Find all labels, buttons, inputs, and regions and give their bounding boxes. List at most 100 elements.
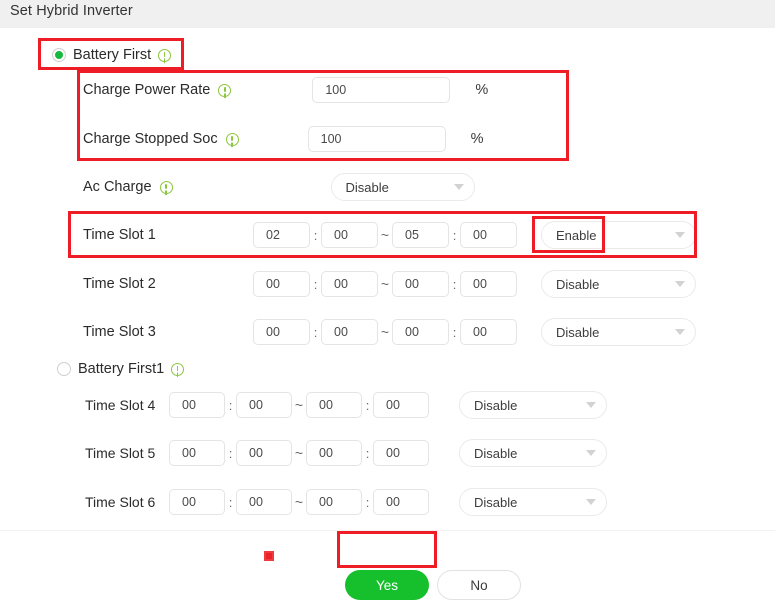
select-time-slot-2[interactable]: Disable	[541, 270, 696, 298]
separator-colon: :	[228, 445, 233, 461]
select-time-slot-3[interactable]: Disable	[541, 318, 696, 346]
separator-colon: :	[313, 276, 318, 292]
input-slot5-end-min[interactable]	[373, 440, 429, 466]
input-slot3-start-min[interactable]	[321, 319, 378, 345]
chevron-down-icon[interactable]	[586, 499, 596, 505]
label-time-slot-5: Time Slot 5	[85, 445, 156, 461]
input-slot1-end-hour[interactable]	[392, 222, 449, 248]
chevron-down-icon[interactable]	[586, 450, 596, 456]
select-value-ac-charge: Disable	[345, 179, 389, 195]
info-exclamation-icon[interactable]	[158, 48, 172, 62]
separator-tilde: ~	[294, 445, 304, 461]
separator-colon: :	[313, 324, 318, 340]
input-slot3-end-min[interactable]	[460, 319, 517, 345]
input-charge-power-rate[interactable]	[312, 77, 451, 103]
separator-tilde: ~	[294, 397, 304, 413]
select-time-slot-1[interactable]: Enable	[541, 221, 696, 249]
unit-charge-power-rate: %	[475, 82, 489, 98]
separator-tilde: ~	[380, 324, 390, 340]
input-charge-stopped-soc[interactable]	[307, 126, 446, 152]
label-time-slot-2: Time Slot 2	[83, 276, 156, 292]
row-time-slot-2: Time Slot 2 : ~ : Disable	[83, 267, 696, 301]
select-value-time-slot-4: Disable	[474, 397, 518, 413]
radio-battery-first[interactable]: Battery First	[52, 44, 172, 66]
input-slot4-start-min[interactable]	[236, 392, 292, 418]
label-time-slot-1: Time Slot 1	[83, 227, 156, 243]
chevron-down-icon[interactable]	[586, 402, 596, 408]
settings-panel: Battery First Charge Power Rate % Charge…	[0, 33, 775, 601]
select-value-time-slot-2: Disable	[556, 276, 600, 292]
separator-colon: :	[313, 227, 318, 243]
page-title: Set Hybrid Inverter	[10, 3, 133, 19]
confirm-button[interactable]: Yes	[345, 570, 429, 600]
dialog-footer: Yes No	[0, 530, 775, 601]
chevron-down-icon[interactable]	[675, 232, 685, 238]
select-value-time-slot-5: Disable	[474, 445, 518, 461]
field-charge-stopped-soc: Charge Stopped Soc %	[83, 122, 484, 156]
field-ac-charge: Ac Charge Disable	[83, 170, 475, 204]
input-slot1-start-min[interactable]	[321, 222, 378, 248]
input-slot5-start-hour[interactable]	[169, 440, 225, 466]
select-value-time-slot-6: Disable	[474, 494, 518, 510]
radio-label-battery-first: Battery First	[73, 47, 152, 63]
input-slot1-end-min[interactable]	[460, 222, 517, 248]
label-ac-charge: Ac Charge	[83, 179, 152, 195]
select-value-time-slot-3: Disable	[556, 324, 600, 340]
separator-colon: :	[452, 227, 457, 243]
separator-tilde: ~	[380, 227, 390, 243]
input-slot6-end-hour[interactable]	[306, 489, 362, 515]
separator-colon: :	[228, 494, 233, 510]
input-slot2-end-min[interactable]	[460, 271, 517, 297]
unit-charge-stopped-soc: %	[470, 131, 484, 147]
separator-colon: :	[365, 445, 370, 461]
cursor-marker	[264, 551, 274, 561]
input-slot2-end-hour[interactable]	[392, 271, 449, 297]
row-time-slot-5: Time Slot 5 : ~ : Disable	[85, 436, 607, 470]
cancel-button[interactable]: No	[437, 570, 521, 600]
input-slot5-start-min[interactable]	[236, 440, 292, 466]
chevron-down-icon[interactable]	[675, 281, 685, 287]
separator-colon: :	[365, 397, 370, 413]
row-time-slot-4: Time Slot 4 : ~ : Disable	[85, 388, 607, 422]
chevron-down-icon[interactable]	[453, 184, 464, 190]
window-header: Set Hybrid Inverter	[0, 0, 775, 25]
input-slot4-start-hour[interactable]	[169, 392, 225, 418]
radio-indicator-battery-first1[interactable]	[57, 362, 71, 376]
row-time-slot-1: Time Slot 1 : ~ : Enable	[83, 218, 696, 252]
input-slot6-start-hour[interactable]	[169, 489, 225, 515]
row-time-slot-6: Time Slot 6 : ~ : Disable	[85, 485, 607, 519]
label-charge-stopped-soc: Charge Stopped Soc	[83, 131, 218, 147]
input-slot5-end-hour[interactable]	[306, 440, 362, 466]
input-slot2-start-min[interactable]	[321, 271, 378, 297]
select-time-slot-5[interactable]: Disable	[459, 439, 607, 467]
input-slot1-start-hour[interactable]	[253, 222, 310, 248]
separator-colon: :	[452, 276, 457, 292]
label-time-slot-4: Time Slot 4	[85, 397, 156, 413]
info-exclamation-icon[interactable]	[171, 362, 185, 376]
radio-indicator-battery-first[interactable]	[52, 48, 66, 62]
input-slot6-start-min[interactable]	[236, 489, 292, 515]
select-value-time-slot-1: Enable	[556, 227, 597, 243]
info-exclamation-icon[interactable]	[159, 180, 173, 194]
chevron-down-icon[interactable]	[675, 329, 685, 335]
separator-colon: :	[452, 324, 457, 340]
select-time-slot-4[interactable]: Disable	[459, 391, 607, 419]
label-time-slot-3: Time Slot 3	[83, 324, 156, 340]
radio-battery-first1[interactable]: Battery First1	[57, 358, 185, 380]
field-charge-power-rate: Charge Power Rate %	[83, 73, 488, 107]
select-ac-charge[interactable]: Disable	[330, 173, 475, 201]
label-charge-power-rate: Charge Power Rate	[83, 82, 211, 98]
input-slot4-end-min[interactable]	[373, 392, 429, 418]
input-slot4-end-hour[interactable]	[306, 392, 362, 418]
input-slot3-start-hour[interactable]	[253, 319, 310, 345]
select-time-slot-6[interactable]: Disable	[459, 488, 607, 516]
info-exclamation-icon[interactable]	[218, 83, 232, 97]
input-slot3-end-hour[interactable]	[392, 319, 449, 345]
separator-tilde: ~	[380, 276, 390, 292]
info-exclamation-icon[interactable]	[225, 132, 239, 146]
separator-tilde: ~	[294, 494, 304, 510]
input-slot2-start-hour[interactable]	[253, 271, 310, 297]
separator-colon: :	[365, 494, 370, 510]
label-time-slot-6: Time Slot 6	[85, 494, 156, 510]
input-slot6-end-min[interactable]	[373, 489, 429, 515]
